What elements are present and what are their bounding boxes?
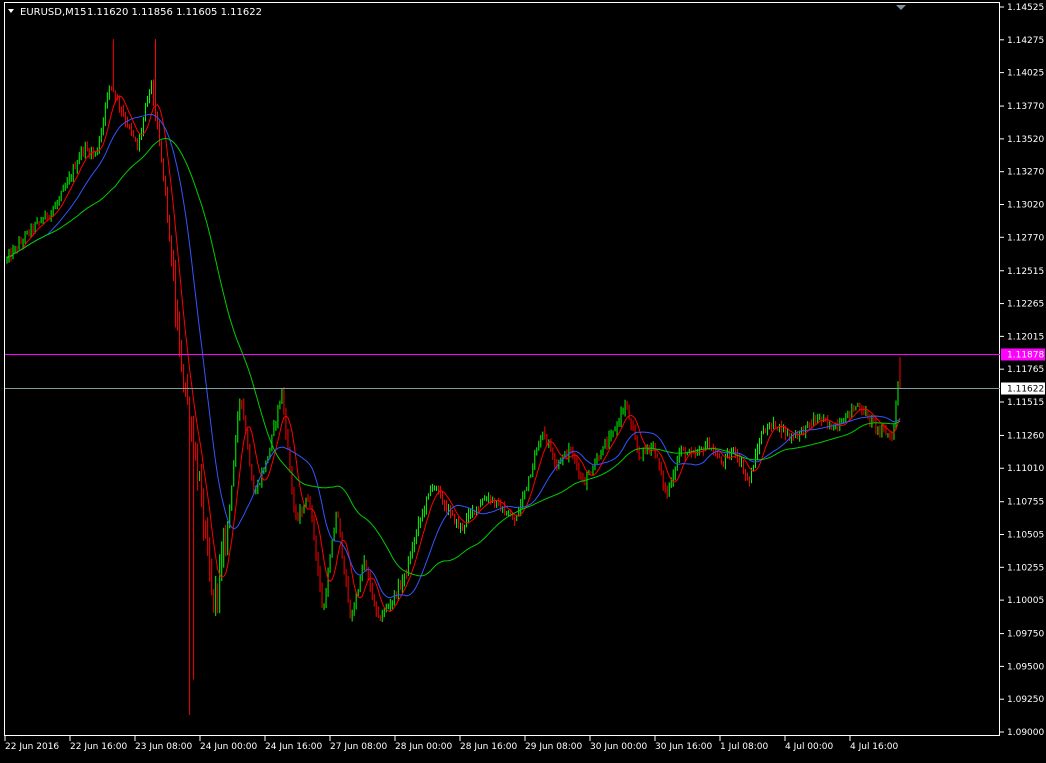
y-tick-label: 1.11260: [1007, 431, 1044, 441]
symbol-label: EURUSD,M15: [20, 7, 86, 18]
y-tick-label: 1.12770: [1007, 233, 1044, 243]
y-tick-label: 1.11010: [1007, 464, 1044, 474]
x-tick-label: 4 Jul 00:00: [785, 742, 834, 752]
y-tick-label: 1.10755: [1007, 498, 1044, 508]
x-tick-label: 30 Jun 16:00: [655, 742, 712, 752]
x-tick-label: 1 Jul 08:00: [720, 742, 769, 752]
x-tick-label: 24 Jun 00:00: [200, 742, 257, 752]
price-tag-label: 1.11622: [1007, 385, 1044, 395]
x-tick-label: 22 Jun 16:00: [70, 742, 127, 752]
x-tick-label: 29 Jun 08:00: [525, 742, 582, 752]
x-tick-label: 22 Jun 2016: [5, 742, 59, 752]
y-tick-label: 1.14525: [1007, 3, 1044, 13]
chart-window[interactable]: 1.11878 1.11622 1.14525 1.14275 1.14025 1.13…: [0, 0, 1046, 759]
x-tick-label: 28 Jun 16:00: [460, 742, 517, 752]
x-tick-label: 23 Jun 08:00: [135, 742, 192, 752]
y-tick-label: 1.13770: [1007, 102, 1044, 112]
y-tick-label: 1.10255: [1007, 563, 1044, 573]
x-tick-label: 4 Jul 16:00: [850, 742, 899, 752]
y-tick-label: 1.09250: [1007, 695, 1044, 705]
x-tick-label: 30 Jun 00:00: [590, 742, 647, 752]
price-tag-label: 1.11878: [1007, 351, 1044, 361]
y-tick-label: 1.13020: [1007, 200, 1044, 210]
y-tick-label: 1.09000: [1007, 728, 1044, 738]
y-tick-label: 1.14025: [1007, 69, 1044, 79]
y-tick-label: 1.12015: [1007, 332, 1044, 342]
chart-background: [0, 0, 1046, 759]
x-tick-label: 27 Jun 08:00: [330, 742, 387, 752]
y-tick-label: 1.11515: [1007, 398, 1044, 408]
y-tick-label: 1.10005: [1007, 596, 1044, 606]
y-tick-label: 1.14275: [1007, 36, 1044, 46]
y-tick-label: 1.09750: [1007, 630, 1044, 640]
price-chart[interactable]: 1.11878 1.11622 1.14525 1.14275 1.14025 1.13…: [0, 0, 1046, 759]
chart-title: EURUSD,M15 1.11620 1.11856 1.11605 1.116…: [8, 7, 262, 18]
y-tick-label: 1.10505: [1007, 531, 1044, 541]
y-tick-label: 1.12515: [1007, 267, 1044, 277]
y-tick-label: 1.12265: [1007, 300, 1044, 310]
y-tick-label: 1.11765: [1007, 365, 1044, 375]
y-tick-label: 1.13520: [1007, 135, 1044, 145]
x-tick-label: 28 Jun 00:00: [395, 742, 452, 752]
y-tick-label: 1.09500: [1007, 662, 1044, 672]
ohlc-label: 1.11620 1.11856 1.11605 1.11622: [87, 7, 262, 18]
y-tick-label: 1.13270: [1007, 168, 1044, 178]
x-tick-label: 24 Jun 16:00: [265, 742, 322, 752]
